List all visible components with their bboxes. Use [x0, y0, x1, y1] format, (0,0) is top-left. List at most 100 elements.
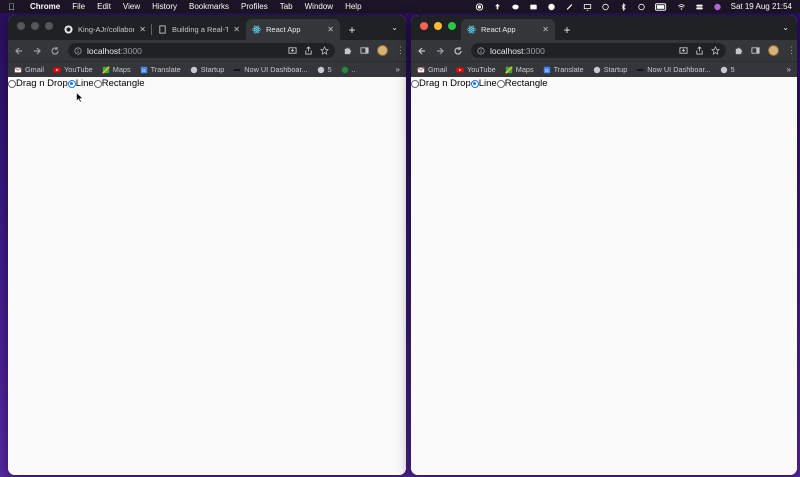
close-icon[interactable]: ✕ [542, 25, 549, 34]
zoom-window-button[interactable] [45, 22, 53, 30]
menu-tab[interactable]: Tab [280, 2, 293, 11]
tab-building[interactable]: Building a Real-Ti ✕ [152, 19, 246, 40]
menu-view[interactable]: View [123, 2, 140, 11]
star-icon[interactable] [711, 46, 720, 55]
extensions-icon[interactable] [734, 46, 743, 55]
address-bar[interactable]: localhost:3000 [471, 43, 726, 58]
bookmark-startup[interactable]: Startup [593, 65, 627, 74]
new-tab-button[interactable]: + [559, 19, 575, 40]
menu-bookmarks[interactable]: Bookmarks [189, 2, 229, 11]
address-bar[interactable]: localhost:3000 [68, 43, 335, 58]
display-icon[interactable] [583, 3, 592, 11]
bookmarks-overflow-button[interactable]: » [787, 65, 791, 74]
shield-icon[interactable] [637, 3, 646, 11]
bookmark-translate[interactable]: G Translate [543, 65, 584, 74]
bookmark-maps[interactable]: Maps [101, 65, 131, 74]
menu-bar-clock[interactable]: Sat 19 Aug 21:54 [731, 2, 792, 11]
bookmark-youtube[interactable]: YouTube [456, 65, 496, 74]
bluetooth-icon[interactable] [619, 2, 628, 11]
close-icon[interactable]: ✕ [327, 25, 334, 34]
bookmark-youtube[interactable]: YouTube [53, 65, 93, 74]
radio-option-line[interactable]: Line [67, 78, 94, 89]
wifi-icon[interactable] [677, 3, 686, 11]
close-window-button[interactable] [420, 22, 428, 30]
radio-button[interactable] [67, 79, 76, 88]
battery-icon[interactable] [654, 2, 668, 11]
profile-avatar[interactable] [768, 45, 779, 56]
upload-icon[interactable] [493, 3, 502, 11]
siri-icon[interactable] [713, 3, 722, 11]
radio-button[interactable] [411, 79, 419, 88]
radio-button[interactable] [8, 79, 16, 88]
bookmark-gmail[interactable]: Gmail [417, 65, 447, 74]
star-icon[interactable] [320, 46, 329, 55]
radio-button[interactable] [93, 79, 102, 88]
apple-icon[interactable]:  [8, 2, 20, 12]
tab-react-app[interactable]: React App ✕ [246, 19, 340, 40]
menu-history[interactable]: History [152, 2, 177, 11]
radio-option-drag-n-drop[interactable]: Drag n Drop [8, 78, 68, 89]
reload-icon[interactable] [50, 46, 60, 56]
more-menu-icon[interactable]: ⋮ [787, 45, 796, 56]
forward-arrow-icon[interactable] [435, 46, 445, 56]
menu-help[interactable]: Help [345, 2, 361, 11]
grammarly-icon[interactable] [547, 3, 556, 11]
tab-react-app[interactable]: React App ✕ [461, 19, 555, 40]
close-icon[interactable]: ✕ [139, 25, 146, 34]
bookmark-label: Maps [112, 65, 131, 74]
bookmarks-overflow-button[interactable]: » [396, 65, 400, 74]
close-icon[interactable]: ✕ [233, 25, 240, 34]
extensions-icon[interactable] [343, 46, 352, 55]
react-icon [252, 25, 261, 34]
share-icon[interactable] [304, 46, 313, 55]
menu-file[interactable]: File [72, 2, 85, 11]
new-tab-button[interactable]: + [344, 19, 360, 40]
bookmark-5[interactable]: 5 [720, 65, 735, 74]
profile-avatar[interactable] [377, 45, 388, 56]
chevron-down-icon[interactable]: ⌄ [391, 23, 398, 32]
install-icon[interactable] [288, 46, 297, 55]
radio-option-line[interactable]: Line [470, 78, 497, 89]
bookmark-now-ui[interactable]: Now UI Dashboar... [233, 65, 308, 74]
menu-app-chrome[interactable]: Chrome [30, 2, 60, 11]
bookmark-5[interactable]: 5 [317, 65, 332, 74]
bookmark-gmail[interactable]: Gmail [14, 65, 44, 74]
minimize-window-button[interactable] [434, 22, 442, 30]
info-icon[interactable] [477, 46, 485, 55]
more-menu-icon[interactable]: ⋮ [396, 45, 405, 56]
reload-icon[interactable] [453, 46, 463, 56]
share-icon[interactable] [695, 46, 704, 55]
close-window-button[interactable] [17, 22, 25, 30]
side-panel-icon[interactable] [360, 46, 369, 55]
back-arrow-icon[interactable] [14, 46, 24, 56]
bookmark-extra[interactable]: .. [341, 65, 356, 74]
info-icon[interactable] [74, 46, 82, 55]
bookmark-label: Gmail [25, 65, 45, 74]
radio-option-rectangle[interactable]: Rectangle [93, 78, 145, 89]
tab-github[interactable]: King-AJr/collabor ✕ [58, 19, 152, 40]
back-arrow-icon[interactable] [417, 46, 427, 56]
ticket-icon[interactable] [529, 3, 538, 11]
control-center-icon[interactable] [695, 3, 704, 11]
side-panel-icon[interactable] [751, 46, 760, 55]
timer-icon[interactable] [601, 3, 610, 11]
chevron-down-icon[interactable]: ⌄ [782, 23, 789, 32]
zoom-window-button[interactable] [448, 22, 456, 30]
install-icon[interactable] [679, 46, 688, 55]
bookmark-startup[interactable]: Startup [190, 65, 224, 74]
bookmark-translate[interactable]: G Translate [140, 65, 181, 74]
minimize-window-button[interactable] [31, 22, 39, 30]
menu-profiles[interactable]: Profiles [241, 2, 268, 11]
radio-button[interactable] [496, 79, 505, 88]
record-icon[interactable] [475, 2, 484, 11]
radio-option-drag-n-drop[interactable]: Drag n Drop [411, 78, 471, 89]
radio-option-rectangle[interactable]: Rectangle [496, 78, 548, 89]
elephant-icon[interactable] [511, 3, 520, 11]
menu-window[interactable]: Window [305, 2, 333, 11]
menu-edit[interactable]: Edit [97, 2, 111, 11]
radio-button[interactable] [470, 79, 479, 88]
bookmark-maps[interactable]: Maps [504, 65, 534, 74]
forward-arrow-icon[interactable] [32, 46, 42, 56]
wand-icon[interactable] [565, 3, 574, 11]
bookmark-now-ui[interactable]: Now UI Dashboar... [636, 65, 711, 74]
